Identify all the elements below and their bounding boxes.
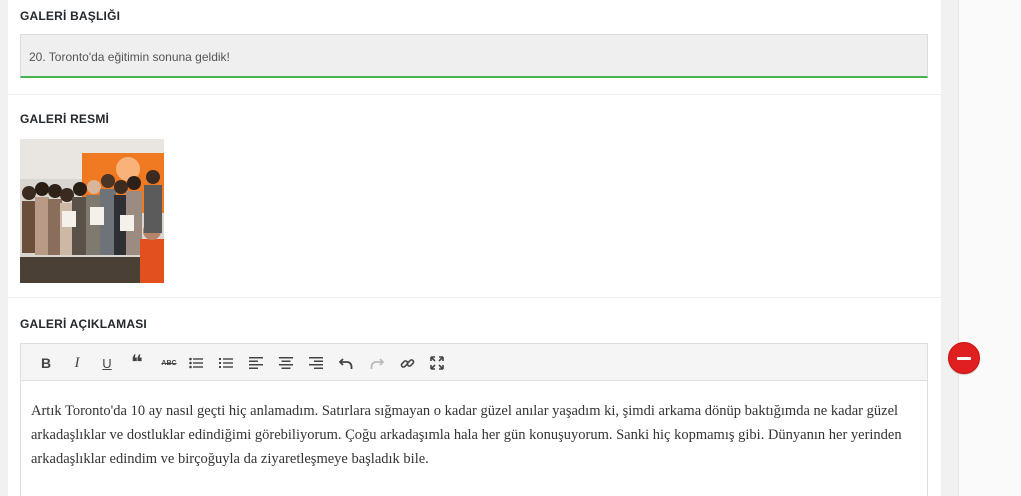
- italic-button[interactable]: I: [66, 352, 88, 374]
- gallery-title-input[interactable]: 20. Toronto'da eğitimin sonuna geldik!: [20, 34, 928, 78]
- gallery-title-label: GALERİ BAŞLIĞI: [20, 9, 121, 23]
- blockquote-icon: ❝: [131, 352, 143, 374]
- align-right-button[interactable]: [305, 352, 327, 374]
- bold-button[interactable]: B: [35, 352, 57, 374]
- strikethrough-button[interactable]: ABC: [158, 352, 180, 374]
- underline-icon: U: [102, 355, 112, 371]
- undo-icon: [339, 358, 353, 369]
- right-gutter: [958, 0, 1021, 496]
- divider: [8, 94, 941, 95]
- numbered-list-button[interactable]: [215, 352, 237, 374]
- bullet-list-icon: [189, 357, 203, 369]
- gallery-image-thumbnail[interactable]: [20, 139, 164, 283]
- align-center-icon: [279, 357, 293, 369]
- minus-icon: [957, 356, 971, 360]
- align-right-icon: [309, 357, 323, 369]
- fullscreen-button[interactable]: [426, 352, 448, 374]
- gallery-item-panel: GALERİ BAŞLIĞI 20. Toronto'da eğitimin s…: [8, 0, 941, 496]
- align-left-button[interactable]: [245, 352, 267, 374]
- bullet-list-button[interactable]: [185, 352, 207, 374]
- blockquote-button[interactable]: ❝: [126, 352, 148, 374]
- remove-item-button[interactable]: [948, 342, 980, 374]
- gallery-description-label: GALERİ AÇIKLAMASI: [20, 317, 147, 331]
- undo-button[interactable]: [335, 352, 357, 374]
- description-editor[interactable]: Artık Toronto'da 10 ay nasıl geçti hiç a…: [20, 381, 928, 496]
- strikethrough-icon: ABC: [161, 359, 177, 367]
- link-button[interactable]: [396, 352, 418, 374]
- bold-icon: B: [40, 355, 52, 371]
- underline-button[interactable]: U: [96, 352, 118, 374]
- expand-icon: [430, 356, 444, 370]
- divider: [8, 297, 941, 298]
- align-center-button[interactable]: [275, 352, 297, 374]
- link-icon: [400, 358, 414, 368]
- group-photo-image: [20, 139, 164, 283]
- description-text: Artık Toronto'da 10 ay nasıl geçti hiç a…: [31, 403, 902, 467]
- align-left-icon: [249, 357, 263, 369]
- numbered-list-icon: [219, 358, 233, 368]
- redo-icon: [370, 358, 384, 369]
- redo-button[interactable]: [366, 352, 388, 374]
- gallery-image-label: GALERİ RESMİ: [20, 112, 110, 126]
- editor-toolbar: B I U ❝ ABC: [20, 343, 928, 381]
- italic-icon: I: [74, 354, 80, 371]
